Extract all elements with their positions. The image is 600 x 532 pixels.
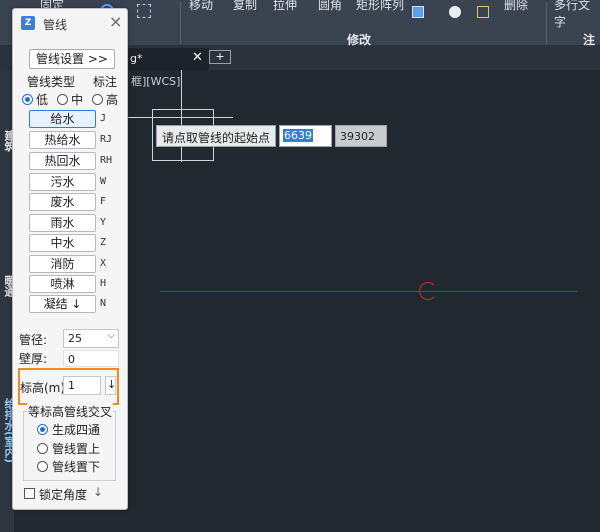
- lock-angle-arrow[interactable]: ↓: [93, 485, 103, 499]
- ribbon-select-icon[interactable]: [137, 4, 151, 18]
- pipe-code: J: [100, 113, 107, 124]
- viewport-label: 框][WCS]: [131, 75, 181, 88]
- diameter-label: 管径:: [19, 333, 48, 347]
- wall-thickness-input[interactable]: 0: [63, 350, 119, 367]
- pipe-code: N: [100, 298, 107, 309]
- ribbon-item-array[interactable]: 矩形阵列: [356, 0, 404, 13]
- pipe-code: RJ: [100, 134, 113, 145]
- pipe-type-button[interactable]: 喷淋: [29, 275, 96, 293]
- dialog-titlebar[interactable]: Z 管线 ×: [13, 9, 127, 37]
- ribbon-edit-icon[interactable]: [477, 6, 489, 18]
- chevron-down-icon: ⌵: [107, 330, 115, 341]
- level-mid-radio[interactable]: [57, 94, 68, 105]
- elevation-input[interactable]: 1: [63, 376, 101, 395]
- ribbon-item-delete[interactable]: 删除: [504, 0, 528, 13]
- level-low-label: 低: [36, 93, 49, 107]
- ribbon-item-copy[interactable]: 复制: [233, 0, 257, 13]
- cross-tee-radio[interactable]: [37, 424, 48, 435]
- annotation-label: 标注: [93, 75, 118, 89]
- pipe-type-button[interactable]: 凝结 ↓: [29, 295, 96, 313]
- pipe-type-button[interactable]: 热给水: [29, 131, 96, 149]
- pipe-type-button[interactable]: 消防: [29, 255, 96, 273]
- pipe-type-label: 管线类型: [27, 75, 76, 89]
- pipe-end-marker: [419, 282, 437, 300]
- level-high-radio[interactable]: [92, 94, 103, 105]
- pipe-code: RH: [100, 155, 113, 166]
- pipe-code: Z: [100, 237, 107, 248]
- pipe-settings-button[interactable]: 管线设置 >>: [29, 49, 115, 69]
- cross-over-label: 管线置上: [52, 442, 101, 456]
- new-tab-button[interactable]: +: [209, 50, 231, 64]
- lock-angle-checkbox[interactable]: [24, 488, 35, 499]
- pipe-code: H: [100, 278, 107, 289]
- cross-under-label: 管线置下: [52, 460, 101, 474]
- pipe-type-button[interactable]: 污水: [29, 173, 96, 191]
- pipe-type-button[interactable]: 中水: [29, 234, 96, 252]
- cross-over-radio[interactable]: [37, 443, 48, 454]
- dialog-title: 管线: [43, 18, 68, 32]
- close-tab-icon[interactable]: ✕: [192, 50, 203, 65]
- cross-group-label: 等标高管线交叉: [27, 403, 114, 420]
- ribbon-item-move[interactable]: 移动: [189, 0, 213, 13]
- ribbon-item-stretch[interactable]: 拉伸: [273, 0, 297, 13]
- coord-x-value: 6639: [283, 129, 313, 142]
- level-mid-label: 中: [71, 93, 84, 107]
- pipe-code: F: [100, 196, 107, 207]
- pipe-type-button[interactable]: 废水: [29, 193, 96, 211]
- coord-x-input[interactable]: 6639: [279, 125, 332, 147]
- diameter-value: 25: [68, 332, 82, 345]
- level-low-radio[interactable]: [22, 94, 33, 105]
- level-high-label: 高: [106, 93, 119, 107]
- pipe-code: Y: [100, 217, 107, 228]
- ribbon-separator: [180, 2, 181, 44]
- coord-y-input[interactable]: 39302: [335, 125, 387, 147]
- pipe-code: W: [100, 176, 107, 187]
- diameter-select[interactable]: 25 ⌵: [63, 329, 119, 348]
- close-icon[interactable]: ×: [109, 12, 122, 31]
- pipe-type-button[interactable]: 雨水: [29, 214, 96, 232]
- pipe-type-button[interactable]: 给水: [29, 110, 96, 128]
- ribbon-item-fillet[interactable]: 圆角: [318, 0, 342, 13]
- command-prompt: 请点取管线的起始点: [156, 125, 277, 147]
- pipe-dialog: Z 管线 × 管线设置 >> 管线类型 标注 低 中 高 给水 J 热给水 RJ…: [12, 8, 128, 510]
- app-logo-icon: Z: [21, 16, 35, 30]
- lock-angle-label: 锁定角度: [39, 488, 88, 502]
- cross-under-radio[interactable]: [37, 461, 48, 472]
- pipe-code: X: [100, 258, 107, 269]
- pipe-line: [160, 291, 578, 292]
- ribbon-explode-icon[interactable]: [412, 6, 424, 18]
- ribbon-separator: [546, 2, 547, 44]
- ribbon-offset-icon[interactable]: [449, 6, 461, 18]
- pipe-type-button[interactable]: 热回水: [29, 152, 96, 170]
- wall-thickness-label: 壁厚:: [19, 352, 48, 366]
- elevation-label: 标高(m): [20, 381, 66, 395]
- elevation-pick-button[interactable]: ↓: [105, 376, 116, 395]
- cross-tee-label: 生成四通: [52, 423, 101, 437]
- ribbon-item-mtext[interactable]: 多行文字: [554, 0, 600, 30]
